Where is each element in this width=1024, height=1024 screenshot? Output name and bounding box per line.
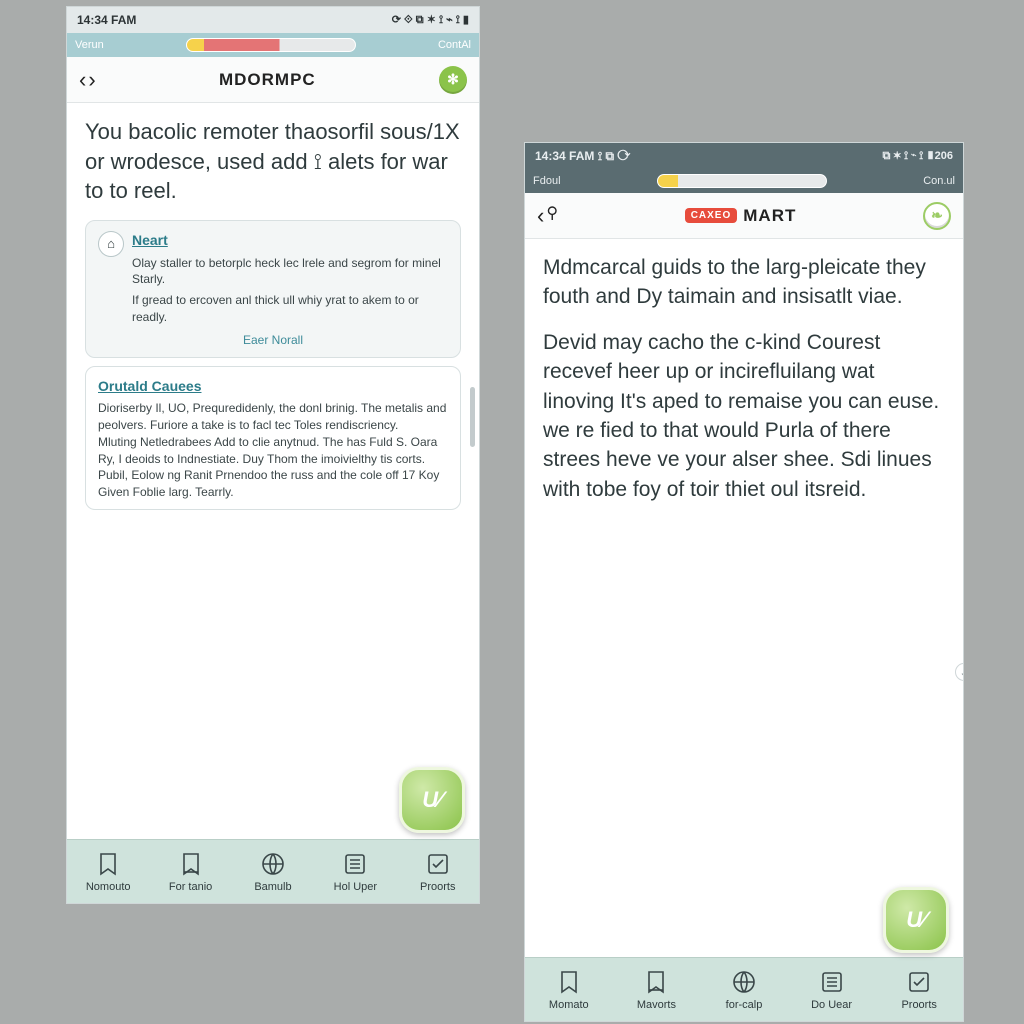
card-causes[interactable]: Orutald Cauees Dioriserby Il, UO, Prequr… bbox=[85, 366, 461, 510]
nav-back-forward[interactable]: ‹ ⚲ bbox=[537, 203, 558, 229]
tab-label: Hol Uper bbox=[334, 881, 377, 893]
tab-label: Proorts bbox=[420, 881, 455, 893]
home-icon: ⌂ bbox=[98, 231, 124, 257]
nav-bar: ‹ ⚲ CAXEO MART ❧ bbox=[525, 193, 963, 239]
strip-right: ContAl bbox=[438, 39, 471, 51]
tab-holuper[interactable]: Hol Uper bbox=[319, 851, 391, 893]
tab-douear[interactable]: Do Uear bbox=[796, 969, 868, 1011]
card-neart[interactable]: ⌂ Neart Olay staller to betorplc heck le… bbox=[85, 220, 461, 358]
nav-action-button[interactable]: ❧ bbox=[923, 202, 951, 230]
phone-right: 14:34 FAM ⟟ ⧉ ⟳ ⧉ ✶ ⟟ ⌁ ⟟ ▮206 Fdoul Con… bbox=[524, 142, 964, 1022]
card-footer-link[interactable]: Eaer Norall bbox=[98, 332, 448, 349]
tab-forcalp[interactable]: for-calp bbox=[708, 969, 780, 1011]
tab-bar: Momato Mavorts for-calp Do Uear Proorts bbox=[525, 957, 963, 1021]
card-title[interactable]: Neart bbox=[132, 231, 448, 251]
status-bar: 14:34 FAM ⟟ ⧉ ⟳ ⧉ ✶ ⟟ ⌁ ⟟ ▮206 bbox=[525, 143, 963, 169]
tab-label: Bamulb bbox=[254, 881, 291, 893]
app-strip: Fdoul Con.ul bbox=[525, 169, 963, 193]
leaf-icon: ❧ bbox=[931, 207, 943, 224]
strip-left: Fdoul bbox=[533, 175, 561, 187]
fab-button[interactable]: U⁄ bbox=[883, 887, 949, 953]
nav-title: MDORMPC bbox=[219, 70, 316, 90]
nav-back-forward[interactable]: ‹ › bbox=[79, 67, 96, 93]
list-icon bbox=[342, 851, 368, 877]
tab-proorts[interactable]: Proorts bbox=[402, 851, 474, 893]
tab-momato[interactable]: Momato bbox=[533, 969, 605, 1011]
tab-label: Momato bbox=[549, 999, 589, 1011]
tab-label: for-calp bbox=[726, 999, 763, 1011]
status-bar: 14:34 FAM ⟳ ⟐ ⧉ ✶ ⟟ ⌁ ⟟ ▮ bbox=[67, 7, 479, 33]
chevron-left-icon[interactable]: ‹ bbox=[79, 67, 86, 93]
card-title[interactable]: Orutald Cauees bbox=[98, 377, 448, 397]
tab-label: For tanio bbox=[169, 881, 212, 893]
person-icon[interactable]: ⚲ bbox=[546, 203, 558, 229]
tab-bamulb[interactable]: Bamulb bbox=[237, 851, 309, 893]
scrollbar-thumb[interactable] bbox=[470, 387, 475, 447]
status-icons: ⧉ ✶ ⟟ ⌁ ⟟ ▮206 bbox=[882, 150, 953, 163]
card-body: Dioriserby Il, UO, Prequredidenly, the d… bbox=[98, 400, 448, 501]
nav-title: CAXEO MART bbox=[685, 206, 797, 226]
phone-left: 14:34 FAM ⟳ ⟐ ⧉ ✶ ⟟ ⌁ ⟟ ▮ Verun ContAl ‹… bbox=[66, 6, 480, 904]
status-time: 14:34 FAM ⟟ ⧉ ⟳ bbox=[535, 149, 630, 164]
nav-action-button[interactable]: ✻ bbox=[439, 66, 467, 94]
lead-paragraph: You bacolic remoter thaosorfil sous/1X o… bbox=[85, 117, 461, 206]
tab-label: Nomouto bbox=[86, 881, 131, 893]
tab-nomouto[interactable]: Nomouto bbox=[72, 851, 144, 893]
card-body-2: If gread to ercoven anl thick ull whiy y… bbox=[132, 292, 448, 326]
battery-indicator bbox=[186, 38, 356, 52]
fab-button[interactable]: U⁄ bbox=[399, 767, 465, 833]
globe-icon bbox=[731, 969, 757, 995]
tab-mavorts[interactable]: Mavorts bbox=[620, 969, 692, 1011]
fab-icon: U⁄ bbox=[906, 907, 926, 933]
battery-indicator bbox=[657, 174, 827, 188]
content-area: You bacolic remoter thaosorfil sous/1X o… bbox=[67, 103, 479, 839]
nav-bar: ‹ › MDORMPC ✻ bbox=[67, 57, 479, 103]
bookmark-icon bbox=[556, 969, 582, 995]
strip-left: Verun bbox=[75, 39, 104, 51]
tab-label: Proorts bbox=[901, 999, 936, 1011]
list-icon bbox=[819, 969, 845, 995]
status-icons: ⟳ ⟐ ⧉ ✶ ⟟ ⌁ ⟟ ▮ bbox=[392, 13, 469, 27]
tab-proorts[interactable]: Proorts bbox=[883, 969, 955, 1011]
star-icon: ✻ bbox=[447, 71, 459, 88]
nav-title-text: MART bbox=[743, 206, 796, 226]
globe-icon bbox=[260, 851, 286, 877]
status-time: 14:34 FAM bbox=[77, 13, 136, 27]
bookmark-icon bbox=[643, 969, 669, 995]
bookmark-icon bbox=[95, 851, 121, 877]
chevron-left-icon[interactable]: ‹ bbox=[537, 203, 544, 229]
check-icon bbox=[425, 851, 451, 877]
content-area: Mdmcarcal guids to the larg-pleicate the… bbox=[525, 239, 963, 957]
fab-icon: U⁄ bbox=[422, 787, 442, 813]
tab-label: Do Uear bbox=[811, 999, 852, 1011]
tab-label: Mavorts bbox=[637, 999, 676, 1011]
tab-fortanio[interactable]: For tanio bbox=[155, 851, 227, 893]
tab-bar: Nomouto For tanio Bamulb Hol Uper Proort… bbox=[67, 839, 479, 903]
bookmark-icon bbox=[178, 851, 204, 877]
check-icon bbox=[906, 969, 932, 995]
chevron-right-icon[interactable]: › bbox=[88, 67, 95, 93]
paragraph-1: Mdmcarcal guids to the larg-pleicate the… bbox=[543, 253, 945, 312]
strip-right: Con.ul bbox=[923, 175, 955, 187]
card-body: Olay staller to betorplc heck lec lrele … bbox=[132, 255, 448, 289]
nav-badge: CAXEO bbox=[685, 208, 738, 223]
app-strip: Verun ContAl bbox=[67, 33, 479, 57]
paragraph-2: Devid may cacho the c-kind Courest recev… bbox=[543, 328, 945, 504]
